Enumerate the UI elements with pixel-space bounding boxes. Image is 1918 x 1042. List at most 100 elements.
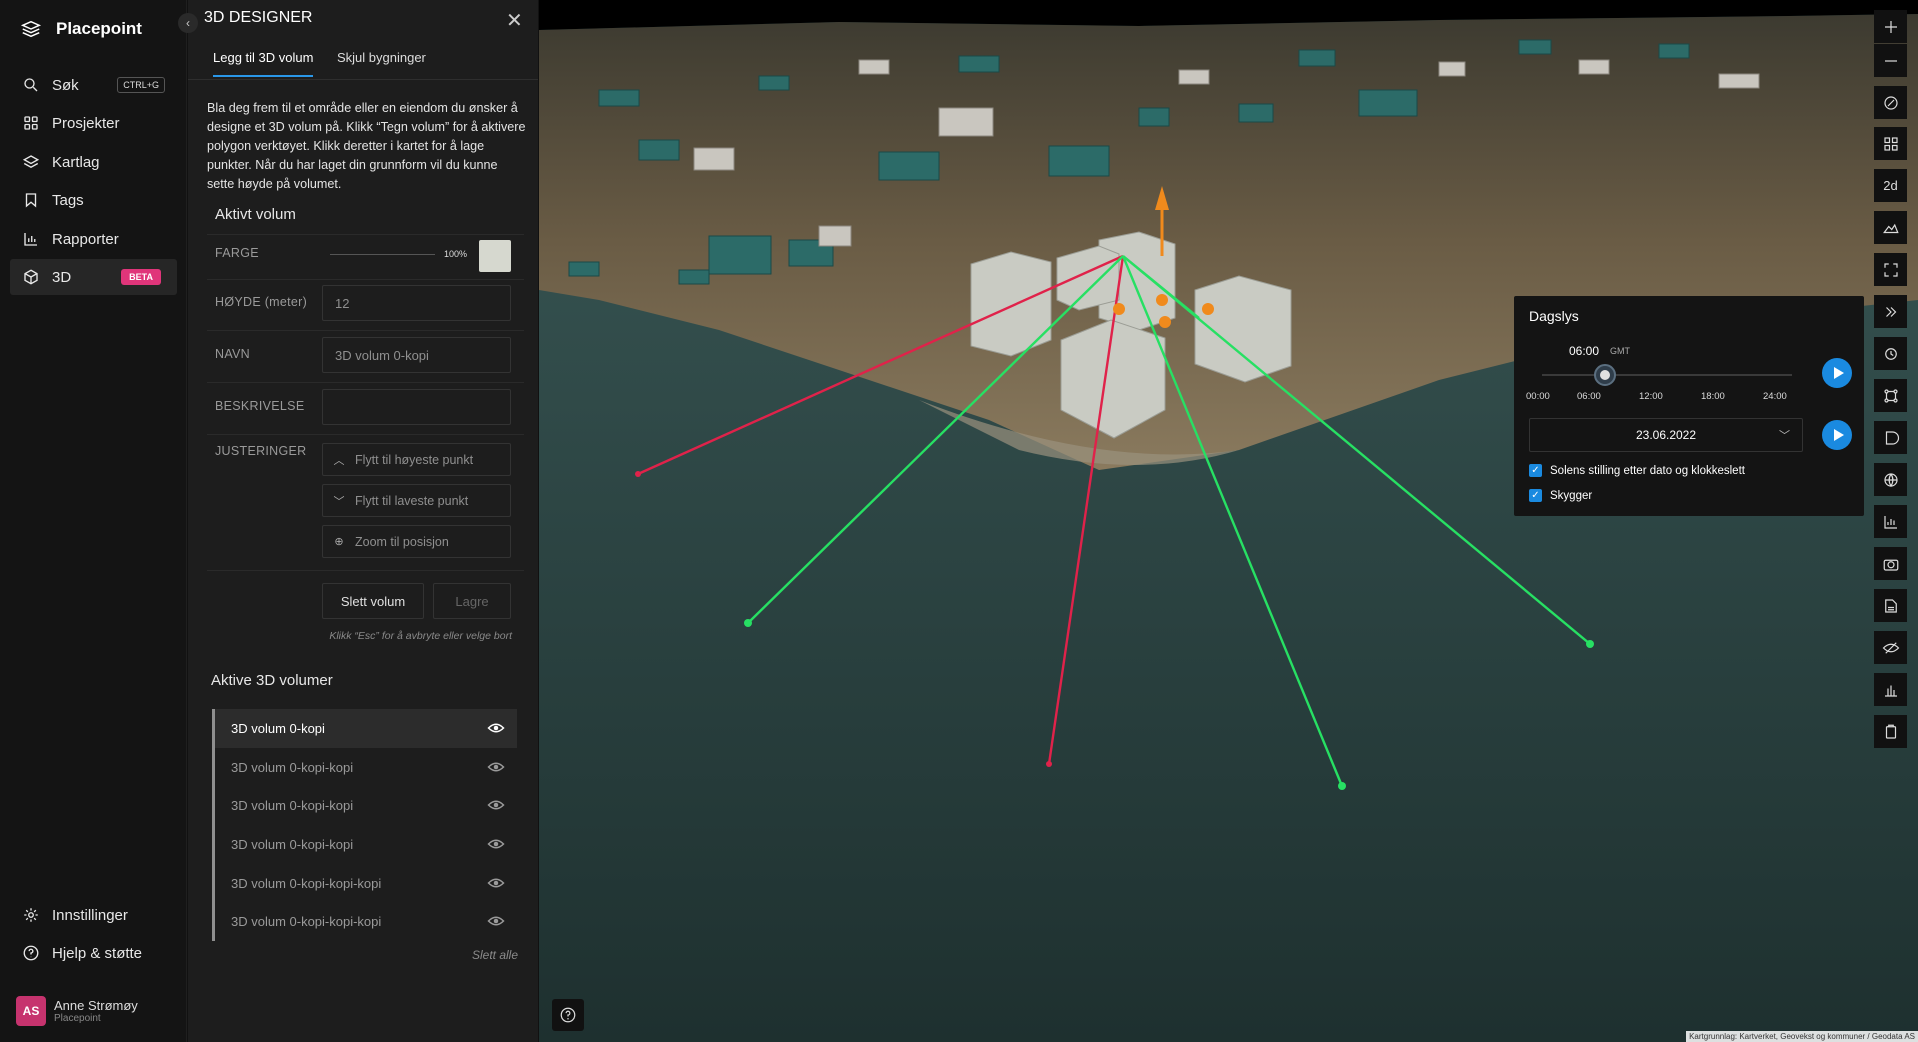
list-item[interactable]: 3D volum 0-kopi-kopi-kopi [215, 902, 517, 941]
chevron-up-icon: ︿ [333, 454, 345, 467]
time-slider[interactable] [1542, 374, 1792, 376]
avatar: AS [16, 996, 46, 1026]
map-help-button[interactable] [552, 999, 584, 1031]
date-select[interactable]: 23.06.2022 ﹀ [1529, 418, 1803, 452]
divider [207, 570, 524, 571]
search-icon [22, 76, 40, 94]
fullscreen-icon[interactable] [1874, 253, 1907, 286]
delete-volume-button[interactable]: Slett volum [322, 583, 424, 619]
delete-all-link[interactable]: Slett alle [438, 948, 518, 962]
list-item[interactable]: 3D volum 0-kopi-kopi-kopi [215, 864, 517, 903]
nav-item-search[interactable]: Søk CTRL+G [10, 67, 177, 103]
terrain-scene[interactable] [539, 0, 1918, 1042]
visibility-icon[interactable] [1874, 631, 1907, 664]
list-item[interactable]: 3D volum 0-kopi-kopi [215, 825, 517, 864]
user-profile[interactable]: AS Anne Strømøy Placepoint [16, 996, 138, 1026]
shape-icon[interactable] [1874, 421, 1907, 454]
active-volumes-title: Aktive 3D volumer [211, 672, 333, 689]
divider [207, 382, 524, 383]
nav-label: 3D [52, 268, 72, 286]
nav-label: Prosjekter [52, 114, 120, 132]
button-label: Flytt til høyeste punkt [355, 452, 474, 467]
checkbox-icon: ✓ [1529, 489, 1542, 502]
camera-icon[interactable] [1874, 547, 1907, 580]
eye-icon[interactable] [487, 760, 505, 774]
eye-icon[interactable] [487, 876, 505, 890]
map-attribution: Kartgrunnlag: Kartverket, Geovekst og ko… [1686, 1031, 1918, 1042]
qr-icon[interactable] [1874, 127, 1907, 160]
brand-name: Placepoint [56, 19, 142, 38]
tick-label: 24:00 [1763, 391, 1787, 402]
divider [207, 330, 524, 331]
color-swatch[interactable] [479, 240, 511, 272]
daylight-title: Dagslys [1529, 308, 1579, 324]
nodes-icon[interactable] [1874, 379, 1907, 412]
name-input[interactable]: 3D volum 0-kopi [322, 337, 511, 373]
nav-item-settings[interactable]: Innstillinger [10, 897, 177, 933]
description-input[interactable] [322, 389, 511, 425]
play-time-button[interactable] [1822, 358, 1852, 388]
elevation-icon[interactable] [1874, 673, 1907, 706]
print-icon[interactable] [1874, 589, 1907, 622]
tick-label: 12:00 [1639, 391, 1663, 402]
shadows-checkbox[interactable]: ✓ Skygger [1529, 489, 1592, 502]
compass-icon[interactable] [1874, 86, 1907, 119]
globe-icon[interactable] [1874, 463, 1907, 496]
zoom-to-position-button[interactable]: ⊕ Zoom til posisjon [322, 525, 511, 558]
move-to-highest-button[interactable]: ︿ Flytt til høyeste punkt [322, 443, 511, 476]
2d-toggle[interactable]: 2d [1874, 169, 1907, 202]
gear-icon [22, 906, 40, 924]
active-volume-title: Aktivt volum [215, 206, 296, 223]
bookmark-icon [22, 191, 40, 209]
nav-item-reports[interactable]: Rapporter [10, 221, 177, 257]
eye-icon[interactable] [487, 914, 505, 928]
tab-add-volume[interactable]: Legg til 3D volum [213, 50, 314, 77]
time-slider-thumb[interactable] [1593, 364, 1616, 386]
cube-icon [22, 268, 40, 286]
play-date-button[interactable] [1822, 420, 1852, 450]
adjustments-label: JUSTERINGER [215, 444, 307, 458]
nav-label: Kartlag [52, 153, 100, 171]
tab-hide-buildings[interactable]: Skjul bygninger [337, 50, 426, 75]
tick-label: 00:00 [1526, 391, 1550, 402]
timezone-label: GMT [1610, 346, 1630, 356]
crosshair-icon: ⊕ [334, 536, 344, 548]
chart-icon[interactable] [1874, 505, 1907, 538]
volume-name: 3D volum 0-kopi-kopi [231, 836, 354, 852]
eye-icon[interactable] [487, 721, 505, 735]
list-item[interactable]: 3D volum 0-kopi [215, 709, 517, 748]
volume-name: 3D volum 0-kopi-kopi-kopi [231, 914, 382, 930]
zoom-in-icon[interactable] [1874, 10, 1907, 43]
button-label: Flytt til laveste punkt [355, 493, 469, 508]
zoom-out-icon[interactable] [1874, 44, 1907, 77]
divider [207, 234, 524, 235]
shortcut-badge: CTRL+G [117, 77, 165, 93]
collapse-nav-button[interactable]: ‹ [178, 13, 198, 33]
list-item[interactable]: 3D volum 0-kopi-kopi [215, 786, 517, 825]
nav-item-3d[interactable]: 3D BETA [10, 259, 177, 295]
close-icon[interactable]: ✕ [506, 8, 523, 33]
height-input[interactable]: 12 [322, 285, 511, 321]
map-viewport[interactable]: Kartgrunnlag: Kartverket, Geovekst og ko… [539, 0, 1918, 1042]
eye-icon[interactable] [487, 798, 505, 812]
opacity-slider[interactable] [330, 254, 435, 255]
clipboard-icon[interactable] [1874, 715, 1907, 748]
move-to-lowest-button[interactable]: ﹀ Flytt til laveste punkt [322, 484, 511, 517]
volume-name: 3D volum 0-kopi-kopi [231, 798, 354, 814]
nav-label: Hjelp & støtte [52, 944, 143, 962]
terrain-icon[interactable] [1874, 211, 1907, 244]
nav-item-projects[interactable]: Prosjekter [10, 105, 177, 141]
checkbox-icon: ✓ [1529, 464, 1542, 477]
nav-item-layers[interactable]: Kartlag [10, 144, 177, 180]
main-nav: Placepoint Søk CTRL+G Prosjekter Kartlag… [0, 0, 187, 1042]
nav-item-help[interactable]: Hjelp & støtte [10, 935, 177, 971]
save-button[interactable]: Lagre [433, 583, 511, 619]
measure-icon[interactable] [1874, 337, 1907, 370]
list-item[interactable]: 3D volum 0-kopi-kopi [215, 748, 517, 787]
brand[interactable]: Placepoint [20, 18, 142, 40]
time-value: 06:00 [1569, 344, 1600, 358]
nav-item-tags[interactable]: Tags [10, 182, 177, 218]
eye-icon[interactable] [487, 837, 505, 851]
sun-position-checkbox[interactable]: ✓ Solens stilling etter dato og klokkesl… [1529, 464, 1745, 477]
expand-icon[interactable] [1874, 295, 1907, 328]
